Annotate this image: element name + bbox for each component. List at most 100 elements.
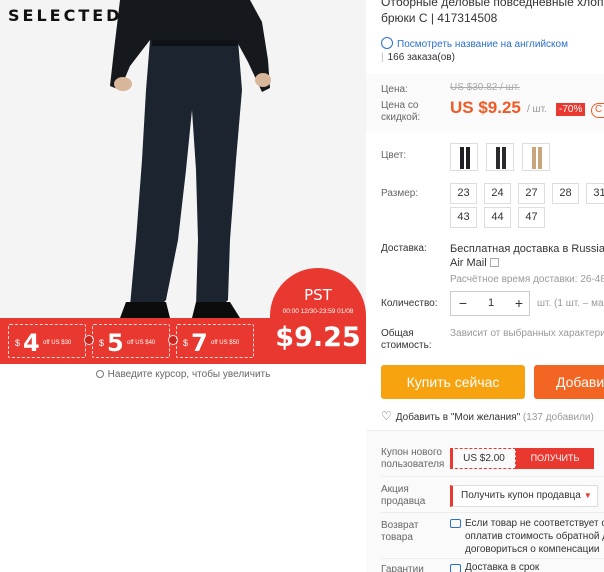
return-policy: Если товар не соответствует описанию, оп… — [465, 517, 604, 556]
seller-label-line1: Акция — [381, 484, 409, 495]
swatch-leg — [502, 147, 506, 169]
size-option[interactable]: 23 — [450, 183, 477, 204]
new-customer-label-line1: Купон нового — [381, 447, 442, 458]
swatch-leg — [460, 147, 464, 169]
coupon-amount: 5 — [107, 329, 124, 357]
discount-label-line1: Цена со — [381, 100, 419, 111]
size-option[interactable]: 24 — [484, 183, 511, 204]
product-title-line1: Отборные деловые повседневные хлопковые — [381, 0, 604, 9]
swatch-leg — [538, 147, 542, 169]
size-option[interactable]: 47 — [518, 207, 545, 228]
coupon-amount: 7 — [191, 329, 208, 357]
discount-badge: -70% — [556, 103, 586, 116]
total-label: Общая стоимость: — [381, 328, 432, 352]
swatch-leg — [532, 147, 536, 169]
total-label-line2: стоимость: — [381, 340, 432, 351]
size-option[interactable]: 44 — [484, 207, 511, 228]
quantity-minus-button[interactable]: − — [455, 295, 471, 312]
quantity-plus-button[interactable]: + — [511, 295, 527, 312]
promo-coupon[interactable]: $ 4 off US $30 — [8, 324, 86, 358]
delivery-line2: Air Mail — [450, 257, 487, 269]
size-option[interactable]: 31 — [586, 183, 604, 204]
divider — [381, 476, 604, 477]
seller-coupon-dropdown[interactable]: Получить купон продавца ▼ — [450, 485, 598, 507]
delivery-line1: Бесплатная доставка в Russian — [450, 243, 604, 255]
total-label-line1: Общая — [381, 328, 414, 339]
wishlist-link[interactable]: ♡ Добавить в "Мои желания" (137 добавили) — [381, 409, 594, 423]
truck-icon — [450, 564, 461, 572]
quantity-stepper[interactable]: − 1 + — [450, 291, 530, 316]
coupon-currency: $ — [99, 338, 105, 348]
new-customer-label: Купон нового пользователя — [381, 447, 444, 471]
wishlist-count: (137 добавили) — [522, 412, 594, 423]
size-label: Размер: — [381, 188, 419, 199]
color-swatch-black-white[interactable] — [486, 143, 514, 171]
divider — [381, 512, 604, 513]
promo-coupon[interactable]: $ 7 off US $50 — [176, 324, 254, 358]
buy-now-button[interactable]: Купить сейчас — [381, 365, 525, 399]
size-option[interactable]: 27 — [518, 183, 545, 204]
return-line2: оплатив стоимость обратной доставки — [465, 531, 604, 542]
new-customer-coupon: US $2.00 — [450, 448, 516, 469]
total-value: Зависит от выбранных характеристик — [450, 328, 604, 339]
separator: | — [381, 52, 384, 63]
heart-icon: ♡ — [381, 409, 392, 423]
return-icon — [450, 519, 461, 528]
new-customer-label-line2: пользователя — [381, 459, 445, 470]
delivery-time: Расчётное время доставки: 26-48 дней — [450, 274, 604, 285]
discount-price: US $9.25 — [450, 98, 521, 117]
return-line1: Если товар не соответствует описанию, — [465, 518, 604, 529]
swatch-leg — [496, 147, 500, 169]
discount-label-line2: скидкой: — [381, 112, 421, 123]
per-unit: / шт. — [527, 104, 547, 115]
guarantee-text: Доставка в срок — [465, 562, 540, 572]
orders-text: 166 заказа(ов) — [387, 52, 455, 63]
divider — [381, 558, 604, 559]
size-option[interactable]: 28 — [552, 183, 579, 204]
translate-text: Посмотреть название на английском — [397, 39, 568, 50]
coupon-condition: off US $50 — [211, 340, 240, 346]
coupon-condition: off US $30 — [43, 340, 72, 346]
color-swatch-black[interactable] — [450, 143, 478, 171]
delivery-method[interactable]: Бесплатная доставка в Russian Air Mail — [450, 242, 604, 270]
return-label-line1: Возврат — [381, 520, 419, 531]
return-label: Возврат товара — [381, 520, 419, 544]
seller-label-line2: продавца — [381, 496, 426, 507]
quantity-note: шт. (1 шт. – максимум) — [537, 298, 604, 309]
product-title-line2: брюки C | 417314508 — [381, 11, 498, 25]
badge-price: $9.25 — [275, 322, 361, 353]
price-label: Цена: — [381, 84, 408, 95]
get-coupon-button[interactable]: ПОЛУЧИТЬ — [516, 448, 594, 469]
coupon-currency: $ — [183, 338, 189, 348]
seller-promo-label: Акция продавца — [381, 484, 425, 508]
quantity-input[interactable]: 1 — [473, 297, 509, 309]
zoom-hint-text: Наведите курсор, чтобы увеличить — [107, 369, 271, 380]
wishlist-text: Добавить в "Мои желания" — [395, 412, 521, 423]
zoom-hint: Наведите курсор, чтобы увеличить — [0, 369, 366, 380]
size-option[interactable]: 43 — [450, 207, 477, 228]
chevron-down-icon[interactable] — [489, 258, 499, 267]
discount-price-label: Цена со скидкой: — [381, 100, 420, 124]
add-to-cart-button[interactable]: Добавить в корзину — [534, 365, 604, 399]
magnifier-icon — [95, 370, 104, 378]
badge-label: PST — [304, 286, 332, 304]
badge-dates: 00:00 12/30-23:59 01/08 — [282, 308, 354, 315]
product-title: Отборные деловые повседневные хлопковые … — [381, 0, 604, 26]
translate-title-link[interactable]: Посмотреть название на английском — [381, 35, 568, 50]
return-line3: договориться о компенсации — [465, 544, 600, 555]
cut-pill: С — [591, 103, 604, 118]
old-price: US $30.82 / шт. — [450, 82, 520, 93]
sale-price-badge: PST 00:00 12/30-23:59 01/08 $9.25 — [270, 268, 366, 364]
return-label-line2: товара — [381, 532, 413, 543]
promo-coupon[interactable]: $ 5 off US $40 — [92, 324, 170, 358]
translate-icon — [381, 37, 393, 49]
product-gallery[interactable]: SELECTED $ 4 off US $30 $ 5 off US $40 $… — [0, 0, 366, 364]
swatch-leg — [466, 147, 470, 169]
color-label: Цвет: — [381, 150, 407, 161]
seller-coupon-text: Получить купон продавца — [461, 490, 581, 501]
color-swatch-khaki[interactable] — [522, 143, 550, 171]
brand-logo: SELECTED — [8, 6, 123, 25]
guarantee-label: Гарантии — [381, 564, 424, 572]
product-info: Отборные деловые повседневные хлопковые … — [366, 0, 604, 572]
delivery-label: Доставка: — [381, 243, 427, 254]
